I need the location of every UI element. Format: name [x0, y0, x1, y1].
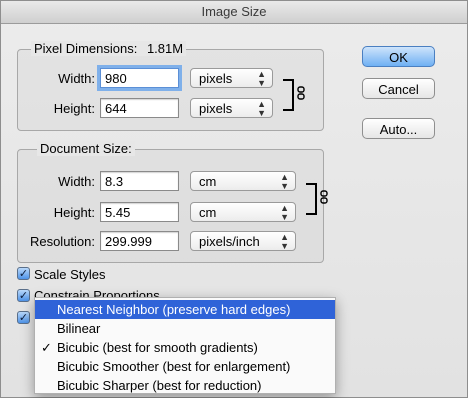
pixel-width-unit-value: pixels	[199, 71, 233, 86]
menu-item-bicubic-sharper[interactable]: Bicubic Sharper (best for reduction)	[35, 376, 335, 395]
pixel-dimensions-group	[17, 49, 324, 131]
doc-height-unit-select[interactable]: cm ▲ ▼	[190, 202, 296, 222]
scale-styles-label: Scale Styles	[34, 267, 106, 282]
chevron-updown-icon: ▲ ▼	[280, 172, 289, 191]
chevron-updown-icon: ▲ ▼	[280, 203, 289, 222]
checkmark-icon: ✓	[18, 290, 29, 302]
scale-styles-checkbox[interactable]: ✓	[17, 267, 30, 280]
chevron-updown-icon: ▲ ▼	[257, 69, 266, 88]
pixel-height-label: Height:	[53, 101, 95, 116]
doc-height-field[interactable]: 5.45	[100, 202, 179, 222]
link-icon	[297, 86, 305, 103]
checkmark-icon: ✓	[18, 268, 29, 280]
menu-item-label: Bicubic Smoother (best for enlargement)	[57, 359, 291, 374]
resample-method-menu: Nearest Neighbor (preserve hard edges) B…	[34, 297, 336, 394]
menu-item-label: Bicubic Sharper (best for reduction)	[57, 378, 262, 393]
doc-width-field[interactable]: 8.3	[100, 171, 179, 191]
pixel-height-unit-select[interactable]: pixels ▲ ▼	[190, 98, 273, 118]
resolution-unit-select[interactable]: pixels/inch ▲ ▼	[190, 231, 296, 251]
menu-item-bicubic-smoother[interactable]: Bicubic Smoother (best for enlargement)	[35, 357, 335, 376]
ok-button[interactable]: OK	[362, 46, 435, 67]
pixel-dimensions-heading: Pixel Dimensions: 1.81M	[31, 41, 187, 56]
menu-item-label: Bilinear	[57, 321, 101, 336]
menu-item-label: Nearest Neighbor (preserve hard edges)	[57, 302, 291, 317]
pixel-dimensions-size: 1.81M	[146, 41, 184, 56]
menu-item-nearest-neighbor[interactable]: Nearest Neighbor (preserve hard edges)	[35, 300, 335, 319]
pixel-width-unit-select[interactable]: pixels ▲ ▼	[190, 68, 273, 88]
resolution-field[interactable]: 299.999	[100, 231, 179, 251]
document-link-bracket	[306, 183, 317, 215]
resolution-unit-value: pixels/inch	[199, 234, 260, 249]
image-size-dialog: Image Size Pixel Dimensions: 1.81M Width…	[0, 0, 468, 398]
doc-height-label: Height:	[53, 205, 95, 220]
pixel-height-unit-value: pixels	[199, 101, 233, 116]
constrain-proportions-checkbox[interactable]: ✓	[17, 289, 30, 302]
menu-item-bicubic[interactable]: ✓ Bicubic (best for smooth gradients)	[35, 338, 335, 357]
checkmark-icon: ✓	[41, 340, 52, 355]
menu-item-bilinear[interactable]: Bilinear	[35, 319, 335, 338]
cancel-button[interactable]: Cancel	[362, 78, 435, 99]
pixel-link-bracket	[283, 79, 294, 111]
doc-width-label: Width:	[58, 174, 95, 189]
menu-item-label: Bicubic (best for smooth gradients)	[57, 340, 258, 355]
doc-width-unit-value: cm	[199, 174, 217, 189]
pixel-dimensions-label: Pixel Dimensions:	[34, 41, 138, 56]
doc-height-unit-value: cm	[199, 205, 217, 220]
chevron-updown-icon: ▲ ▼	[257, 99, 266, 118]
checkmark-icon: ✓	[18, 312, 29, 324]
chevron-updown-icon: ▲ ▼	[280, 232, 289, 251]
resolution-label: Resolution:	[29, 234, 95, 249]
document-size-heading: Document Size:	[37, 141, 135, 156]
link-icon	[320, 190, 328, 207]
pixel-width-label: Width:	[58, 71, 95, 86]
pixel-height-field[interactable]: 644	[100, 98, 179, 118]
window-title: Image Size	[1, 1, 467, 24]
auto-button[interactable]: Auto...	[362, 118, 435, 139]
pixel-width-field[interactable]: 980	[100, 68, 179, 88]
resample-image-checkbox[interactable]: ✓	[17, 311, 30, 324]
doc-width-unit-select[interactable]: cm ▲ ▼	[190, 171, 296, 191]
